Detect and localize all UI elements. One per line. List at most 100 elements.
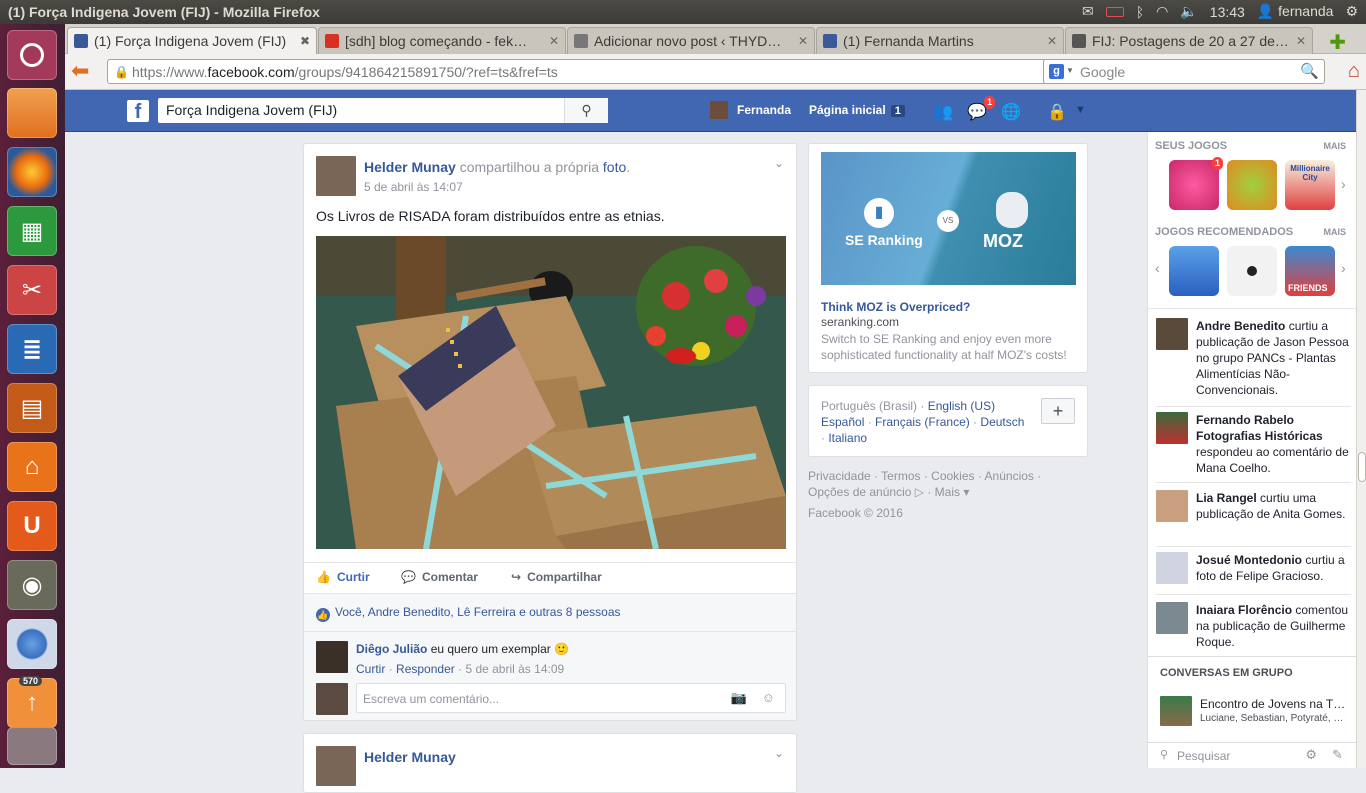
account-menu-chevron-icon[interactable]: ▼ xyxy=(1075,104,1095,122)
ubuntu-home-icon[interactable] xyxy=(7,30,57,80)
messages-icon[interactable]: 💬 1 xyxy=(967,96,995,121)
clock-game[interactable] xyxy=(1227,246,1277,296)
footer-link-more[interactable]: Mais xyxy=(935,485,960,499)
comment-author-link[interactable]: Diêgo Julião xyxy=(356,642,427,656)
candy-crush-game[interactable]: 1 xyxy=(1169,157,1223,210)
likes-summary[interactable]: 👍 Você, Andre Benedito, Lê Ferreira e out… xyxy=(304,593,796,631)
gear-icon[interactable]: ⚙ xyxy=(1345,3,1358,20)
avatar[interactable] xyxy=(316,641,348,673)
close-icon[interactable]: ✕ xyxy=(1047,34,1057,48)
my-games-more-link[interactable]: MAIS xyxy=(1324,141,1347,151)
green-monster-game[interactable] xyxy=(1227,160,1277,210)
user-menu[interactable]: 👤 fernanda xyxy=(1257,3,1334,20)
language-italian[interactable]: Italiano xyxy=(828,431,867,445)
mail-icon[interactable]: ✉ xyxy=(1082,3,1094,20)
post-photo[interactable] xyxy=(316,236,786,549)
facebook-search-input[interactable]: Força Indigena Jovem (FIJ) ⚲ xyxy=(158,98,608,123)
chevron-down-icon[interactable]: ⌄ xyxy=(774,746,784,760)
scrollbar-thumb[interactable] xyxy=(1358,452,1366,482)
lock-icon[interactable]: 🔒 xyxy=(114,65,129,79)
chevron-down-icon[interactable]: ▼ xyxy=(1066,66,1074,75)
avatar[interactable] xyxy=(316,746,356,786)
footer-link-ad-choices[interactable]: Opções de anúncio xyxy=(808,485,911,499)
language-english[interactable]: English (US) xyxy=(928,399,995,413)
footer-link-privacy[interactable]: Privacidade xyxy=(808,469,871,483)
chevron-right-icon[interactable]: › xyxy=(1341,176,1346,192)
comment-like-link[interactable]: Curtir xyxy=(356,662,385,676)
comment-button[interactable]: 💬 Comentar xyxy=(401,570,478,584)
comment-input[interactable]: Escreva um comentário... 📷 ☺ xyxy=(356,683,786,713)
back-arrow-icon[interactable]: ⬅ xyxy=(71,60,97,84)
camera-icon[interactable]: 📷 xyxy=(731,690,747,706)
language-french[interactable]: Français (France) xyxy=(875,415,970,429)
tab-fernanda[interactable]: (1) Fernanda Martins ✕ xyxy=(816,27,1064,54)
tab-gmail[interactable]: [sdh] blog começando - fek… ✕ xyxy=(318,27,566,54)
frozen-game[interactable] xyxy=(1169,246,1219,296)
privacy-shortcuts-icon[interactable]: 🔒 xyxy=(1047,102,1067,121)
gear-icon[interactable]: ⚙ xyxy=(1305,747,1317,763)
update-manager-icon[interactable]: 570 ↑ xyxy=(7,676,57,728)
ticker-item[interactable]: Inaiara Florêncio comentou na publicação… xyxy=(1148,602,1357,652)
chevron-down-icon[interactable]: ⌄ xyxy=(774,156,784,170)
chevron-left-icon[interactable]: ‹ xyxy=(1155,260,1160,276)
impress-icon[interactable]: ▤ xyxy=(7,383,57,433)
tab-new-post[interactable]: Adicionar novo post ‹ THYD… ✕ xyxy=(567,27,815,54)
software-center-icon[interactable]: ⌂ xyxy=(7,442,57,492)
files-icon[interactable] xyxy=(7,88,57,138)
compose-icon[interactable]: ✎ xyxy=(1332,747,1343,763)
emoji-icon[interactable]: ☺ xyxy=(762,690,775,705)
like-button[interactable]: 👍 Curtir xyxy=(316,570,370,584)
firefox-icon[interactable] xyxy=(7,147,57,197)
recommended-games-heading[interactable]: JOGOS RECOMENDADOS xyxy=(1155,226,1293,238)
share-button[interactable]: ↪ Compartilhar xyxy=(511,570,602,584)
avatar[interactable] xyxy=(316,156,356,196)
avatar[interactable] xyxy=(316,683,348,715)
close-icon[interactable]: ✕ xyxy=(549,34,559,48)
ticker-item[interactable]: Andre Benedito curtiu a publicação de Ja… xyxy=(1148,318,1357,398)
battery-icon[interactable] xyxy=(1105,6,1124,17)
new-tab-button[interactable]: ✚ xyxy=(1329,30,1346,55)
chat-search-input[interactable]: Pesquisar xyxy=(1177,749,1230,763)
close-icon[interactable]: ✖ xyxy=(300,34,310,48)
sponsored-ad[interactable]: ▮ SE Ranking VS MOZ Think MOZ is Overpri… xyxy=(808,143,1088,373)
comment-date[interactable]: 5 de abril às 14:09 xyxy=(465,662,564,676)
recommended-games-more-link[interactable]: MAIS xyxy=(1324,227,1347,237)
home-icon[interactable]: ⌂ xyxy=(1348,60,1360,83)
more-languages-button[interactable]: + xyxy=(1041,398,1075,424)
my-games-heading[interactable]: SEUS JOGOS xyxy=(1155,140,1227,152)
language-spanish[interactable]: Español xyxy=(821,415,864,429)
footer-link-terms[interactable]: Termos xyxy=(881,469,920,483)
close-icon[interactable]: ✕ xyxy=(798,34,808,48)
profile-link[interactable]: Fernanda xyxy=(737,103,791,117)
globe-icon[interactable]: 🌐 xyxy=(1001,102,1021,121)
chromium-icon[interactable] xyxy=(7,619,57,669)
settings-icon[interactable]: ✂ xyxy=(7,265,57,315)
ubuntu-one-icon[interactable]: U xyxy=(7,501,57,551)
ad-title[interactable]: Think MOZ is Overpriced? xyxy=(821,300,970,314)
post-author-link[interactable]: Helder Munay xyxy=(364,749,456,765)
writer-icon[interactable]: ≣ xyxy=(7,324,57,374)
close-icon[interactable]: ✕ xyxy=(1296,34,1306,48)
avatar[interactable] xyxy=(710,101,728,119)
group-chat-item[interactable]: Encontro de Jovens na T… Luciane, Sebast… xyxy=(1148,692,1357,728)
page-scrollbar[interactable] xyxy=(1356,90,1366,768)
angry-birds-friends-game[interactable]: FRIENDS xyxy=(1285,246,1335,296)
friend-requests-icon[interactable]: 👥 xyxy=(933,102,953,121)
chevron-right-icon[interactable]: › xyxy=(1341,260,1346,276)
home-link[interactable]: Página inicial 1 xyxy=(809,103,905,117)
calc-icon[interactable]: ▦ xyxy=(7,206,57,256)
search-icon[interactable]: ⚲ xyxy=(564,98,608,123)
post-author-link[interactable]: Helder Munay xyxy=(364,159,456,175)
ticker-item[interactable]: Fernando Rabelo Fotografias Históricas r… xyxy=(1148,412,1357,475)
trash-icon[interactable] xyxy=(7,727,57,765)
tab-fij-posts[interactable]: FIJ: Postagens de 20 a 27 de… ✕ xyxy=(1065,27,1313,54)
tab-facebook-group[interactable]: (1) Força Indigena Jovem (FIJ) ✖ xyxy=(67,27,317,54)
ticker-item[interactable]: Josué Montedonio curtiu a foto de Felipe… xyxy=(1148,552,1357,586)
photo-link[interactable]: foto xyxy=(603,159,626,175)
millionaire-city-game[interactable]: Millionaire City xyxy=(1285,160,1335,210)
wifi-icon[interactable]: ◠ xyxy=(1156,3,1168,20)
volume-icon[interactable]: 🔈 xyxy=(1180,3,1197,20)
url-text[interactable]: https://www.facebook.com/groups/94186421… xyxy=(132,64,558,80)
footer-link-cookies[interactable]: Cookies xyxy=(931,469,974,483)
bluetooth-icon[interactable]: ᛒ xyxy=(1136,4,1144,20)
